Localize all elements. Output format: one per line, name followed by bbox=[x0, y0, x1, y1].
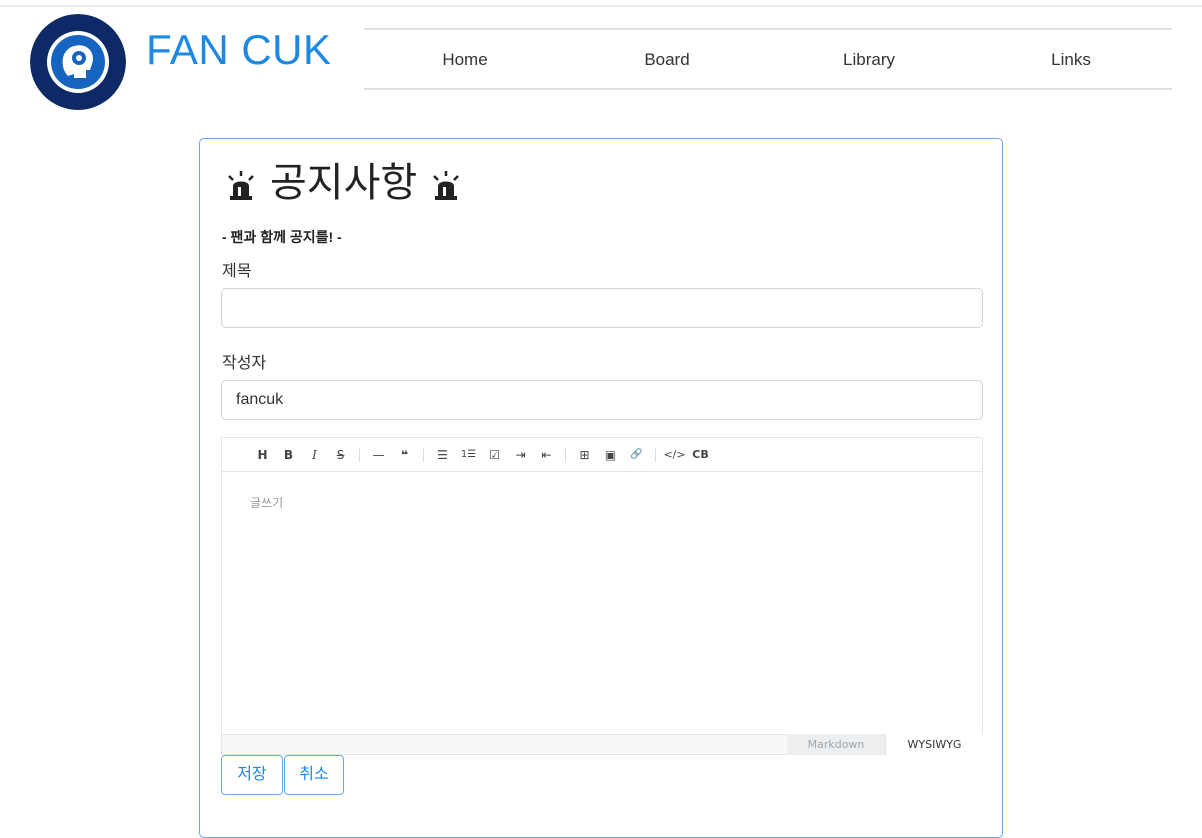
table-button[interactable]: ⊞ bbox=[574, 444, 595, 466]
tab-wysiwyg[interactable]: WYSIWYG bbox=[885, 734, 983, 755]
editor-mode-bar: Markdown WYSIWYG bbox=[222, 734, 983, 755]
toolbar-divider bbox=[359, 447, 360, 462]
hr-button[interactable]: — bbox=[368, 444, 389, 466]
nav-library[interactable]: Library bbox=[768, 48, 970, 70]
toolbar-divider bbox=[423, 447, 424, 462]
brand-title[interactable]: FAN CUK bbox=[146, 24, 332, 76]
page-title: 공지사항 bbox=[270, 161, 418, 205]
link-button[interactable]: 🔗 bbox=[626, 444, 647, 466]
bold-button[interactable]: B bbox=[278, 444, 299, 466]
image-button[interactable]: ▣ bbox=[600, 444, 621, 466]
siren-icon bbox=[429, 168, 463, 202]
quote-button[interactable]: ❝ bbox=[394, 444, 415, 466]
task-list-button[interactable]: ☑ bbox=[484, 444, 505, 466]
italic-button[interactable]: I bbox=[304, 444, 325, 466]
editor-placeholder: 글쓰기 bbox=[250, 496, 284, 510]
nav-board[interactable]: Board bbox=[566, 48, 768, 70]
main-nav: Home Board Library Links bbox=[364, 28, 1172, 90]
notice-card: 공지사항 - 팬과 함께 공지를! - 제목 작성자 H B I S — ❝ bbox=[199, 138, 1003, 838]
nav-links[interactable]: Links bbox=[970, 48, 1172, 70]
outdent-button[interactable]: ⇤ bbox=[536, 444, 557, 466]
ordered-list-button[interactable]: 1☰ bbox=[458, 444, 479, 466]
top-divider bbox=[0, 5, 1202, 7]
toolbar-divider bbox=[655, 447, 656, 462]
author-label: 작성자 bbox=[222, 355, 267, 372]
title-input[interactable] bbox=[221, 288, 983, 328]
fancuk-logo-icon[interactable] bbox=[30, 14, 126, 110]
notice-heading: 공지사항 bbox=[224, 159, 463, 207]
markdown-editor[interactable]: H B I S — ❝ ☰ 1☰ ☑ ⇥ ⇤ ⊞ ▣ 🔗 </> CB 글쓰기 … bbox=[221, 437, 983, 755]
toolbar-divider bbox=[565, 447, 566, 462]
strike-button[interactable]: S bbox=[330, 444, 351, 466]
siren-icon bbox=[224, 168, 258, 202]
code-block-button[interactable]: CB bbox=[690, 444, 711, 466]
page-subtitle: - 팬과 함께 공지를! - bbox=[222, 229, 342, 245]
save-button[interactable]: 저장 bbox=[221, 755, 283, 795]
tab-markdown[interactable]: Markdown bbox=[787, 734, 885, 755]
indent-button[interactable]: ⇥ bbox=[510, 444, 531, 466]
author-input[interactable] bbox=[221, 380, 983, 420]
nav-home[interactable]: Home bbox=[364, 48, 566, 70]
editor-toolbar: H B I S — ❝ ☰ 1☰ ☑ ⇥ ⇤ ⊞ ▣ 🔗 </> CB bbox=[222, 438, 982, 472]
title-label: 제목 bbox=[222, 263, 252, 280]
heading-button[interactable]: H bbox=[252, 444, 273, 466]
cancel-button[interactable]: 취소 bbox=[284, 755, 344, 795]
bullet-list-button[interactable]: ☰ bbox=[432, 444, 453, 466]
code-button[interactable]: </> bbox=[663, 444, 685, 466]
